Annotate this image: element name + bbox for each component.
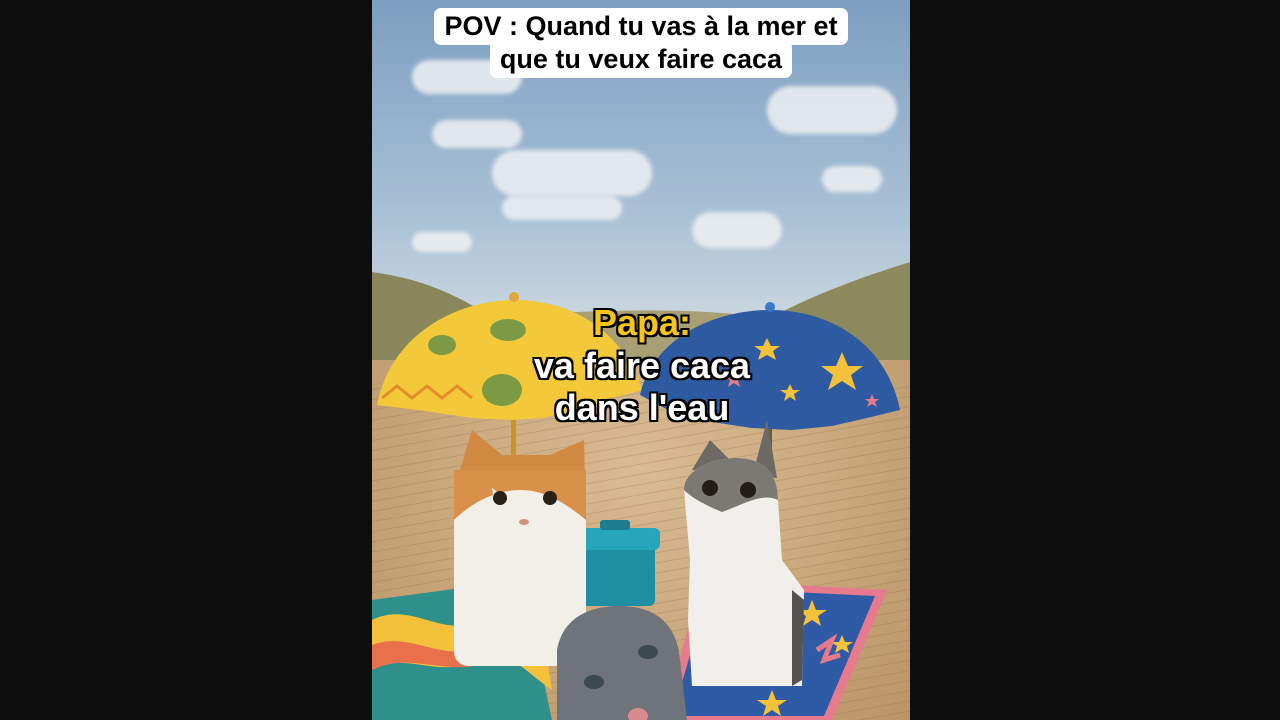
grey-face [557, 605, 687, 720]
caption-line-1: POV : Quand tu vas à la mer et [434, 8, 848, 45]
subtitle-line-1: va faire caca [533, 345, 751, 386]
subtitle-line-2: dans l'eau [554, 387, 730, 428]
grey-white-cat [684, 420, 804, 686]
video-frame[interactable]: POV : Quand tu vas à la mer et que tu ve… [372, 0, 910, 720]
caption-box: POV : Quand tu vas à la mer et que tu ve… [372, 8, 910, 78]
speaker-label: Papa: [592, 302, 692, 343]
caption-line-2: que tu veux faire caca [489, 41, 793, 78]
